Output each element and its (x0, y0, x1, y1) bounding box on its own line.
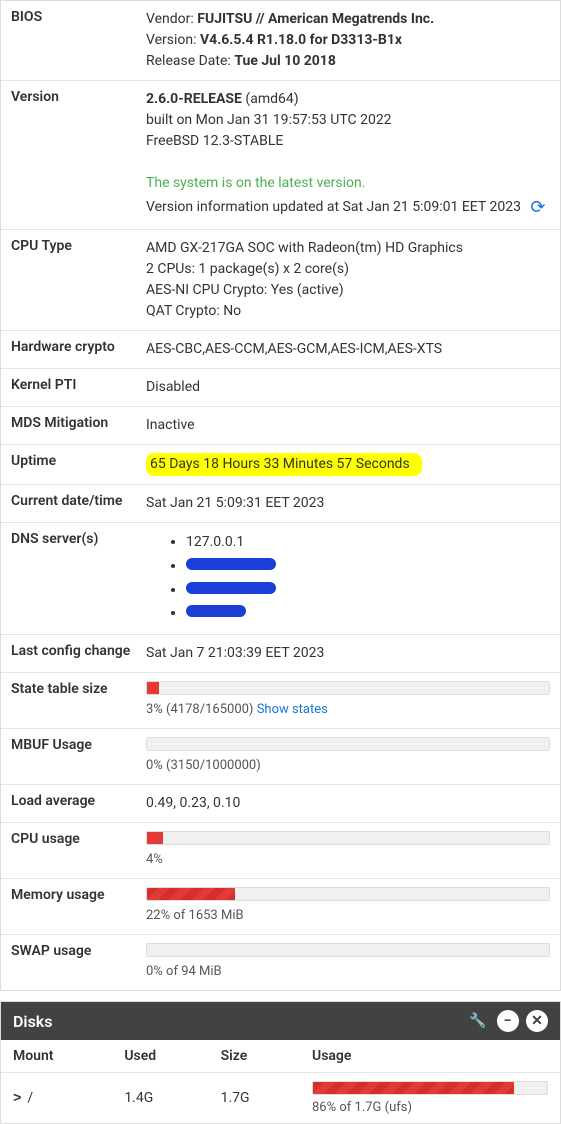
dns-item (186, 602, 550, 626)
row-cpu-type: CPU Type AMD GX-217GA SOC with Radeon(tm… (1, 230, 560, 331)
table-header-row: Mount Used Size Usage (1, 1040, 560, 1073)
row-load-average: Load average 0.49, 0.23, 0.10 (1, 785, 560, 823)
row-bios: BIOS Vendor: FUJITSU // American Megatre… (1, 1, 560, 81)
disks-table: Mount Used Size Usage >/ 1.4G 1.7G 86% o… (1, 1040, 560, 1123)
row-kernel-pti: Kernel PTI Disabled (1, 369, 560, 407)
col-mount: Mount (1, 1040, 112, 1073)
col-usage: Usage (300, 1040, 560, 1073)
disk-size: 1.7G (209, 1073, 300, 1124)
system-info-panel: BIOS Vendor: FUJITSU // American Megatre… (0, 0, 561, 991)
version-value: 2.6.0-RELEASE (amd64) built on Mon Jan 3… (146, 89, 550, 221)
redacted-icon (186, 605, 246, 617)
row-uptime: Uptime 65 Days 18 Hours 33 Minutes 57 Se… (1, 445, 560, 485)
show-states-link[interactable]: Show states (257, 702, 328, 717)
refresh-icon[interactable]: ⟳ (530, 197, 545, 218)
row-cpu-usage: CPU usage 4% (1, 823, 560, 879)
uptime-value: 65 Days 18 Hours 33 Minutes 57 Seconds (146, 453, 422, 476)
chevron-right-icon[interactable]: > (13, 1091, 21, 1107)
dns-item (186, 555, 550, 579)
bios-label: BIOS (11, 9, 146, 72)
row-version: Version 2.6.0-RELEASE (amd64) built on M… (1, 81, 560, 230)
disk-used: 1.4G (112, 1073, 208, 1124)
disks-header: Disks 🔧 − ✕ (1, 1002, 560, 1040)
dns-list: 127.0.0.1 (146, 531, 550, 626)
col-size: Size (209, 1040, 300, 1073)
disks-title: Disks (13, 1012, 463, 1031)
mbuf-bar (146, 737, 550, 751)
row-memory-usage: Memory usage 22% of 1653 MiB (1, 879, 560, 935)
row-dns-servers: DNS server(s) 127.0.0.1 (1, 523, 560, 635)
table-row[interactable]: >/ 1.4G 1.7G 86% of 1.7G (ufs) (1, 1073, 560, 1124)
cpu-usage-bar (146, 831, 550, 845)
minimize-icon[interactable]: − (497, 1010, 519, 1032)
col-used: Used (112, 1040, 208, 1073)
redacted-icon (186, 558, 276, 570)
row-datetime: Current date/time Sat Jan 21 5:09:31 EET… (1, 485, 560, 523)
version-status: The system is on the latest version. (146, 173, 550, 194)
state-table-bar (146, 681, 550, 695)
row-mds-mitigation: MDS Mitigation Inactive (1, 407, 560, 445)
version-label: Version (11, 89, 146, 221)
dns-item (186, 579, 550, 603)
row-state-table: State table size 3% (4178/165000) Show s… (1, 673, 560, 729)
disk-mount: >/ (1, 1073, 112, 1124)
disks-panel: Disks 🔧 − ✕ Mount Used Size Usage >/ 1.4… (0, 1001, 561, 1124)
row-hardware-crypto: Hardware crypto AES-CBC,AES-CCM,AES-GCM,… (1, 331, 560, 369)
swap-usage-bar (146, 943, 550, 957)
memory-usage-bar (146, 887, 550, 901)
row-last-config: Last config change Sat Jan 7 21:03:39 EE… (1, 635, 560, 673)
dns-item: 127.0.0.1 (186, 531, 550, 555)
close-icon[interactable]: ✕ (526, 1010, 548, 1032)
cpu-type-label: CPU Type (11, 238, 146, 322)
wrench-icon[interactable]: 🔧 (467, 1010, 489, 1032)
row-mbuf-usage: MBUF Usage 0% (3150/1000000) (1, 729, 560, 785)
cpu-type-value: AMD GX-217GA SOC with Radeon(tm) HD Grap… (146, 238, 550, 322)
redacted-icon (186, 582, 276, 594)
disk-usage-bar (312, 1081, 548, 1095)
disk-usage: 86% of 1.7G (ufs) (300, 1073, 560, 1124)
bios-value: Vendor: FUJITSU // American Megatrends I… (146, 9, 550, 72)
row-swap-usage: SWAP usage 0% of 94 MiB (1, 935, 560, 990)
